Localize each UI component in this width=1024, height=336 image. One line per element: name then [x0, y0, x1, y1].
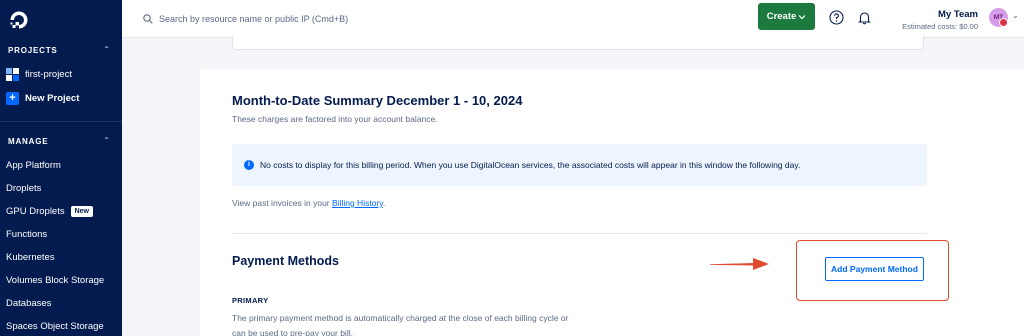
new-badge: New [70, 206, 94, 217]
info-message: No costs to display for this billing per… [260, 160, 801, 170]
estimated-costs: Estimated costs: $0.00 [902, 22, 978, 31]
invoice-suffix: . [382, 198, 386, 208]
search-icon [143, 14, 153, 24]
project-grid-icon [6, 68, 19, 81]
sidebar-item-spaces[interactable]: Spaces Object Storage [6, 321, 104, 332]
create-button-label: Create [766, 11, 797, 22]
info-icon: i [244, 160, 254, 170]
payment-methods-title: Payment Methods [232, 254, 339, 268]
summary-subtitle: These charges are factored into your acc… [232, 114, 438, 124]
bell-icon[interactable] [857, 10, 872, 25]
sidebar-item-app-platform[interactable]: App Platform [6, 160, 61, 171]
sidebar-item-label: first-project [25, 69, 72, 80]
create-button[interactable]: Create [758, 3, 815, 30]
sidebar-item-volumes[interactable]: Volumes Block Storage [6, 275, 104, 286]
sidebar: PROJECTS ⌃ first-project + New Project M… [0, 0, 122, 336]
info-banner: i No costs to display for this billing p… [232, 144, 927, 186]
arrow-right-icon [709, 258, 769, 270]
invoice-line: View past invoices in your Billing Histo… [232, 198, 385, 208]
primary-description: The primary payment method is automatica… [232, 313, 569, 336]
sidebar-item-databases[interactable]: Databases [6, 298, 51, 309]
avatar-status-badge [999, 18, 1008, 27]
sidebar-item-functions[interactable]: Functions [6, 229, 47, 240]
team-name[interactable]: My Team [938, 9, 978, 20]
search-input[interactable]: Search by resource name or public IP (Cm… [159, 14, 348, 24]
summary-title: Month-to-Date Summary December 1 - 10, 2… [232, 93, 523, 108]
manage-section-header[interactable]: MANAGE [8, 137, 48, 146]
previous-card [232, 36, 924, 50]
primary-label: PRIMARY [232, 296, 269, 305]
section-divider [232, 233, 927, 234]
sidebar-item-label: New Project [25, 93, 80, 104]
top-bar: Search by resource name or public IP (Cm… [122, 0, 1024, 38]
sidebar-item-kubernetes[interactable]: Kubernetes [6, 252, 55, 263]
sidebar-divider [0, 121, 122, 122]
chevron-down-icon [798, 14, 806, 19]
projects-section-header[interactable]: PROJECTS [8, 46, 58, 55]
plus-icon: + [6, 92, 19, 105]
chevron-up-icon[interactable]: ⌃ [103, 45, 110, 54]
chevron-up-icon[interactable]: ⌃ [103, 136, 110, 145]
invoice-prefix: View past invoices in your [232, 198, 333, 208]
sidebar-item-droplets[interactable]: Droplets [6, 183, 41, 194]
chevron-down-icon[interactable]: ⌄ [1012, 11, 1019, 20]
sidebar-item-gpu-droplets[interactable]: GPU Droplets New [6, 206, 94, 217]
help-icon[interactable] [829, 10, 844, 25]
digitalocean-logo-icon[interactable] [9, 10, 29, 30]
add-payment-method-button[interactable]: Add Payment Method [825, 257, 924, 281]
sidebar-item-new-project[interactable]: + New Project [6, 92, 79, 105]
sidebar-item-first-project[interactable]: first-project [6, 68, 72, 81]
billing-history-link[interactable]: Billing History [332, 198, 383, 208]
sidebar-item-label: GPU Droplets [6, 206, 65, 217]
